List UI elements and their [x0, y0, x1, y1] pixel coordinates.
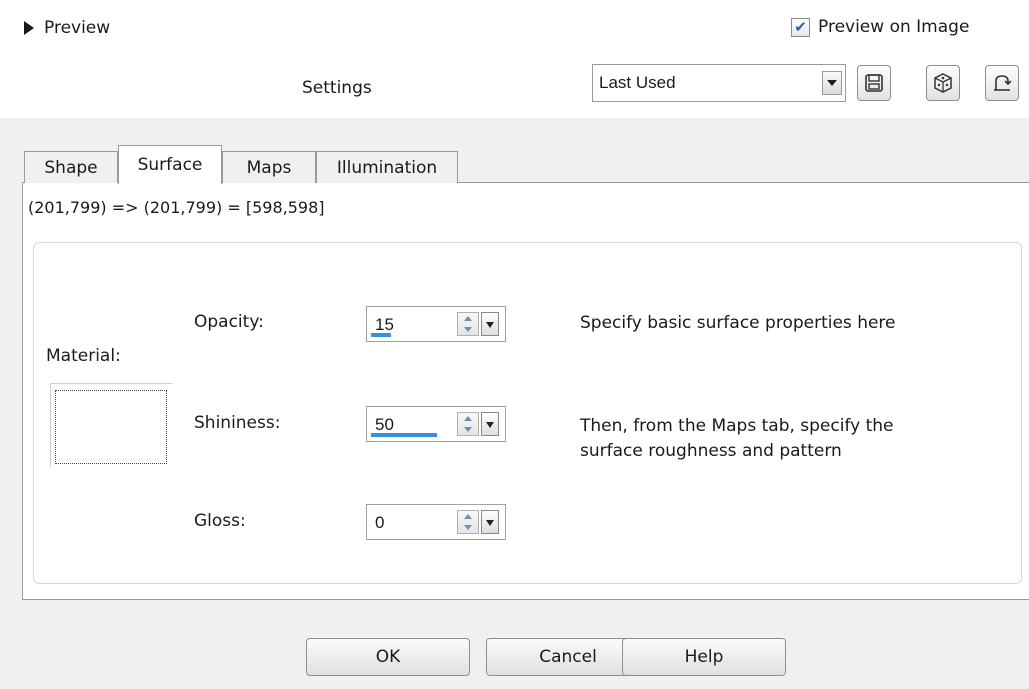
save-preset-button[interactable] — [857, 65, 891, 101]
preview-on-image-option[interactable]: ✔ Preview on Image — [791, 17, 969, 37]
tab-shape[interactable]: Shape — [24, 151, 118, 183]
preset-value: Last Used — [599, 73, 676, 92]
chevron-down-icon[interactable] — [481, 312, 499, 336]
help-text-maps-1: Then, from the Maps tab, specify the — [580, 416, 894, 436]
coordinate-readout: (201,799) => (201,799) = [598,598] — [28, 198, 325, 217]
spin-arrows-icon[interactable] — [457, 412, 479, 436]
preview-label: Preview — [44, 18, 111, 38]
material-swatch[interactable] — [55, 390, 167, 464]
help-button[interactable]: Help — [622, 638, 786, 676]
chevron-down-icon[interactable] — [481, 510, 499, 534]
gloss-value: 0 — [375, 513, 385, 532]
randomize-button[interactable] — [926, 65, 960, 101]
reset-icon — [994, 75, 1012, 91]
shininess-value: 50 — [375, 415, 394, 434]
tab-maps[interactable]: Maps — [222, 151, 316, 183]
settings-label: Settings — [302, 78, 372, 98]
gloss-label: Gloss: — [194, 511, 246, 531]
shininess-level-bar — [371, 433, 437, 437]
preview-on-image-label: Preview on Image — [818, 17, 970, 37]
gloss-spinbox[interactable]: 0 — [366, 504, 506, 540]
material-label: Material: — [46, 346, 121, 366]
randomize-dice-icon — [934, 73, 952, 93]
ok-button[interactable]: OK — [306, 638, 470, 676]
tab-surface[interactable]: Surface — [118, 145, 222, 184]
chevron-down-icon[interactable] — [822, 71, 842, 95]
save-icon — [865, 74, 883, 92]
spin-arrows-icon[interactable] — [457, 510, 479, 534]
preview-on-image-checkbox[interactable]: ✔ — [791, 17, 810, 37]
opacity-level-bar — [371, 333, 391, 337]
opacity-label: Opacity: — [194, 312, 264, 332]
tab-illumination[interactable]: Illumination — [316, 151, 458, 183]
shininess-spinbox[interactable]: 50 — [366, 406, 506, 442]
spin-arrows-icon[interactable] — [457, 312, 479, 336]
expand-triangle-icon — [24, 21, 34, 35]
reset-button[interactable] — [985, 65, 1019, 101]
surface-group — [33, 242, 1022, 584]
preset-select[interactable]: Last Used — [592, 64, 846, 102]
opacity-value: 15 — [375, 315, 394, 334]
help-text-maps-2: surface roughness and pattern — [580, 441, 842, 461]
help-text-basic: Specify basic surface properties here — [580, 313, 896, 333]
chevron-down-icon[interactable] — [481, 412, 499, 436]
shininess-label: Shininess: — [194, 413, 281, 433]
preview-toggle[interactable]: Preview — [24, 18, 110, 38]
opacity-spinbox[interactable]: 15 — [366, 306, 506, 342]
